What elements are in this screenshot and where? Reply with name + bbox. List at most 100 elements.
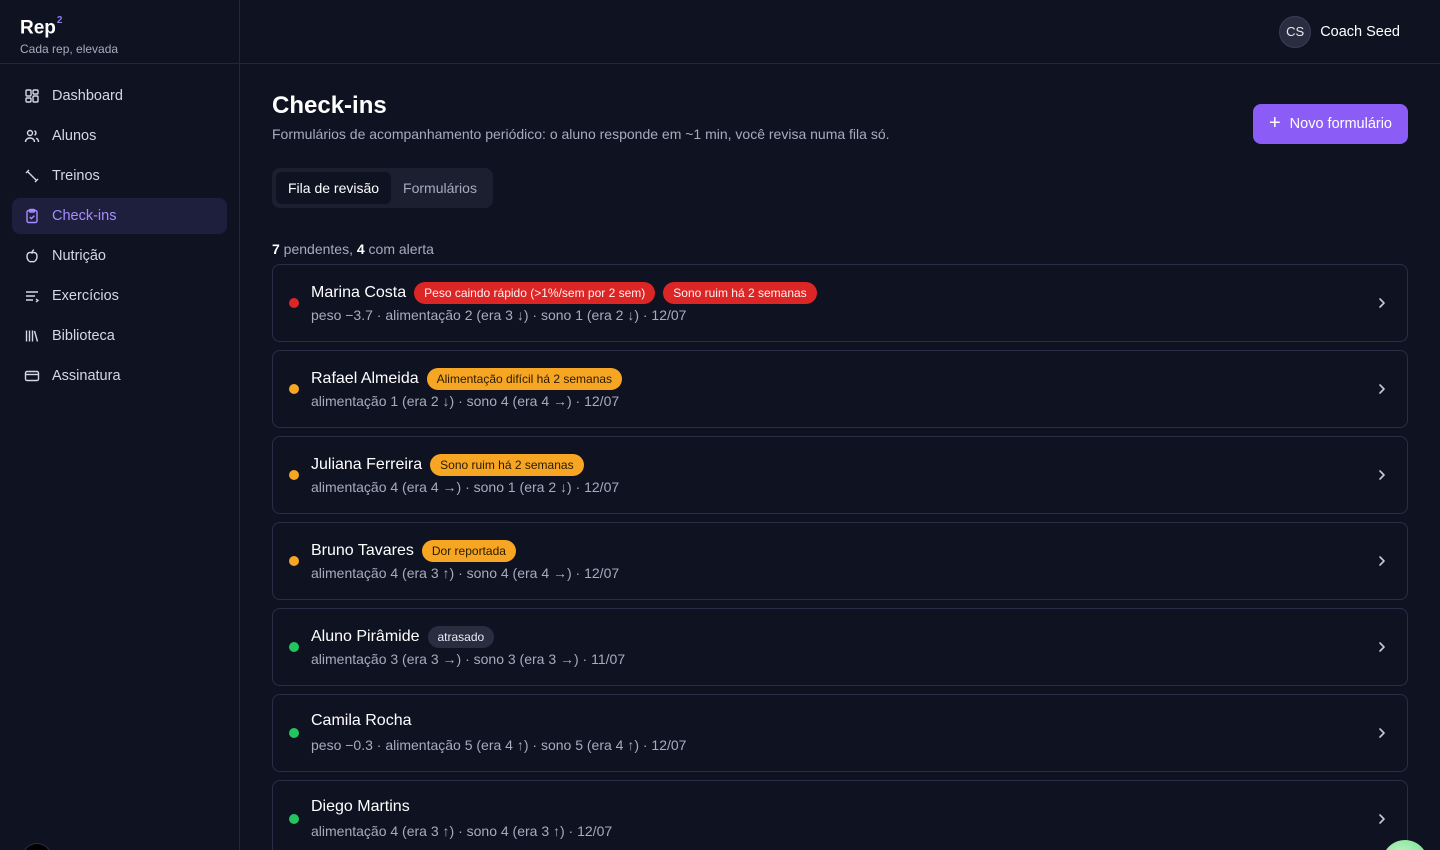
alert-count: 4 [356,241,365,257]
alert-badge: Sono ruim há 2 semanas [663,282,817,304]
checkin-summary: alimentação 3 (era 3 →) · sono 3 (era 3 … [311,651,626,667]
user-name: Coach Seed [1320,23,1400,40]
checkin-row-header: Aluno Pirâmide atrasado [311,626,502,648]
brand-logo[interactable]: Rep2 [20,13,219,39]
alert-badge: atrasado [427,626,495,648]
status-dot [289,728,299,738]
main-content: Check-ins Formulários de acompanhamento … [272,64,1408,850]
plus-icon: + [1268,112,1281,134]
user-menu[interactable]: CS Coach Seed [1279,15,1400,48]
sidebar-item-biblioteca[interactable]: Biblioteca [12,318,227,354]
pending-label: pendentes, [279,241,357,257]
new-form-button[interactable]: + Novo formulário [1252,104,1408,144]
sidebar-item-label: Check-ins [52,208,117,224]
chevron-right-icon [1379,814,1385,824]
checkin-list: Marina Costa Peso caindo rápido (>1%/sem … [272,264,1408,850]
checkin-summary: peso −3.7 · alimentação 2 (era 3 ↓) · so… [311,307,687,323]
page-header: Check-ins Formulários de acompanhamento … [272,64,1408,168]
checkin-row-header: Rafael Almeida Alimentação difícil há 2 s… [311,368,630,390]
brand-name: Rep [20,17,56,39]
student-name: Juliana Ferreira [311,456,423,473]
status-dot [289,298,299,308]
avatar: CS [1279,15,1312,48]
users-icon [24,128,40,144]
status-dot [289,384,299,394]
checkin-row-header: Marina Costa Peso caindo rápido (>1%/sem … [311,282,825,304]
page-subtitle: Formulários de acompanhamento periódico:… [272,126,890,142]
sidebar-item-alunos[interactable]: Alunos [12,118,227,154]
student-name: Bruno Tavares [311,542,414,559]
sidebar-item-assinatura[interactable]: Assinatura [12,358,227,394]
chevron-right-icon [1379,298,1385,308]
sidebar-item-treinos[interactable]: Treinos [12,158,227,194]
status-dot [289,470,299,480]
chevron-right-icon [1379,556,1385,566]
sidebar-item-label: Assinatura [52,368,121,384]
student-name: Camila Rocha [311,712,412,729]
checkin-summary: alimentação 4 (era 3 ↑) · sono 4 (era 3 … [311,823,613,839]
checkin-row-header: Bruno Tavares Dor reportada [311,540,524,562]
status-dot [289,814,299,824]
brand-superscript: 2 [56,15,63,26]
checkin-row[interactable]: Diego Martins alimentação 4 (era 3 ↑) · s… [272,780,1408,850]
checkin-row[interactable]: Camila Rocha peso −0.3 · alimentação 5 (e… [272,694,1408,772]
apple-icon [24,248,40,264]
chevron-right-icon [1379,728,1385,738]
alert-label: com alerta [364,241,434,257]
credit-card-icon [24,368,40,384]
sidebar: Rep2 Cada rep, elevada Dashboard Alunos … [0,0,240,850]
chevron-right-icon [1379,384,1385,394]
alert-badge: Alimentação difícil há 2 semanas [426,368,623,390]
checkin-summary: peso −0.3 · alimentação 5 (era 4 ↑) · so… [311,737,687,753]
list-icon [24,288,40,304]
checkin-summary: alimentação 1 (era 2 ↓) · sono 4 (era 4 … [311,393,620,409]
sidebar-item-dashboard[interactable]: Dashboard [12,78,227,114]
student-name: Rafael Almeida [311,370,419,387]
brand-tagline: Cada rep, elevada [20,42,119,57]
checkin-row[interactable]: Bruno Tavares Dor reportada alimentação 4 … [272,522,1408,600]
sidebar-item-label: Exercícios [52,288,119,304]
sidebar-item-label: Biblioteca [52,328,115,344]
student-name: Aluno Pirâmide [311,628,420,645]
sidebar-item-check-ins[interactable]: Check-ins [12,198,227,234]
checkin-row-header: Juliana Ferreira Sono ruim há 2 semanas [311,454,592,476]
checkin-row-header: Diego Martins [311,798,418,816]
sidebar-item-nutricao[interactable]: Nutrição [12,238,227,274]
workout-icon [24,168,40,184]
queue-summary: 7 pendentes, 4 com alerta [272,241,1408,263]
sidebar-nav: Dashboard Alunos Treinos Check-ins Nutri… [0,64,239,412]
checkin-row[interactable]: Juliana Ferreira Sono ruim há 2 semanas al… [272,436,1408,514]
tab-formularios[interactable]: Formulários [391,172,489,204]
sidebar-item-label: Dashboard [52,88,123,104]
status-dot [289,556,299,566]
brand: Rep2 Cada rep, elevada [0,0,239,64]
sidebar-item-exercicios[interactable]: Exercícios [12,278,227,314]
status-dot [289,642,299,652]
tab-fila-de-revisao[interactable]: Fila de revisão [276,172,392,204]
student-name: Diego Martins [311,798,410,815]
checkin-row[interactable]: Marina Costa Peso caindo rápido (>1%/sem … [272,264,1408,342]
new-form-button-label: Novo formulário [1289,116,1392,132]
sidebar-item-label: Alunos [52,128,97,144]
chevron-right-icon [1379,642,1385,652]
student-name: Marina Costa [311,284,407,301]
alert-badge: Sono ruim há 2 semanas [430,454,584,476]
alert-badge: Dor reportada [421,540,516,562]
checkin-row[interactable]: Aluno Pirâmide atrasado alimentação 3 (era… [272,608,1408,686]
clipboard-check-icon [24,208,40,224]
dashboard-icon [24,88,40,104]
alert-badge: Peso caindo rápido (>1%/sem por 2 sem) [414,282,656,304]
chevron-right-icon [1379,470,1385,480]
pending-count: 7 [272,241,280,257]
topbar: CS Coach Seed [240,0,1440,64]
sidebar-item-label: Nutrição [52,248,106,264]
library-icon [24,328,40,344]
help-launcher[interactable] [22,843,52,850]
checkin-summary: alimentação 4 (era 3 ↑) · sono 4 (era 4 … [311,565,620,581]
sidebar-item-label: Treinos [52,168,100,184]
checkin-row-header: Camila Rocha [311,712,419,730]
checkin-summary: alimentação 4 (era 4 →) · sono 1 (era 2 … [311,479,620,495]
checkin-row[interactable]: Rafael Almeida Alimentação difícil há 2 s… [272,350,1408,428]
page-title: Check-ins [272,92,387,119]
tab-bar: Fila de revisão Formulários [272,168,493,208]
